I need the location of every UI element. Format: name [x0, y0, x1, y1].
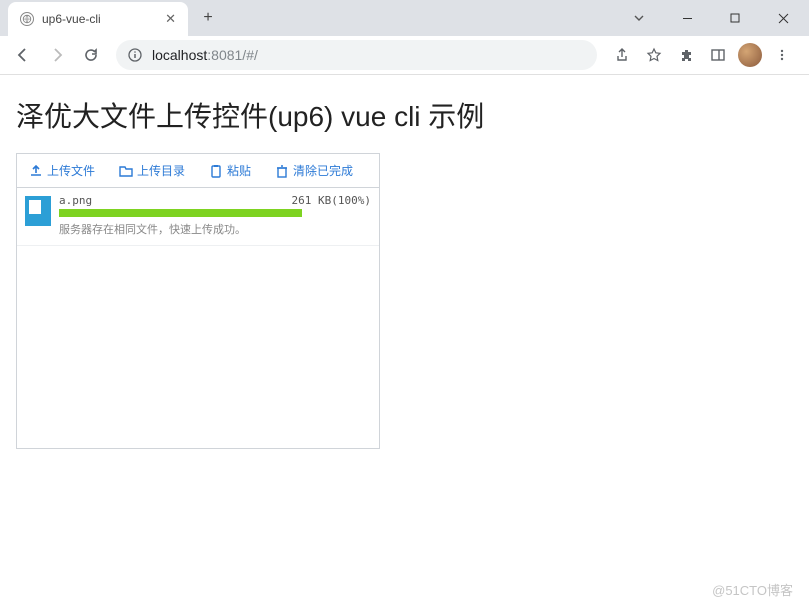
reload-button[interactable]: [76, 40, 106, 70]
file-status: 服务器存在相同文件，快速上传成功。: [59, 221, 371, 237]
upload-toolbar: 上传文件 上传目录 粘贴 清除已完成: [17, 154, 379, 188]
info-icon[interactable]: [128, 48, 142, 62]
clear-done-button[interactable]: 清除已完成: [275, 162, 353, 179]
address-bar[interactable]: localhost:8081/#/: [116, 40, 597, 70]
page-title: 泽优大文件上传控件(up6) vue cli 示例: [16, 95, 793, 135]
clipboard-icon: [209, 164, 223, 178]
browser-chrome: up6-vue-cli ✕ + localhost:8081/#/: [0, 0, 809, 75]
url-text: localhost:8081/#/: [152, 47, 258, 63]
star-icon[interactable]: [639, 40, 669, 70]
upload-file-label: 上传文件: [47, 162, 95, 179]
upload-icon: [29, 164, 43, 178]
upload-dir-button[interactable]: 上传目录: [119, 162, 185, 179]
file-info: a.png 261 KB(100%) 服务器存在相同文件，快速上传成功。: [59, 194, 371, 237]
watermark: @51CTO博客: [712, 580, 793, 599]
sidepanel-icon[interactable]: [703, 40, 733, 70]
tab-bar: up6-vue-cli ✕ +: [0, 0, 809, 36]
url-path: :8081/#/: [207, 47, 258, 63]
url-host: localhost: [152, 47, 207, 63]
page-content: 泽优大文件上传控件(up6) vue cli 示例 上传文件 上传目录 粘贴 清…: [0, 75, 809, 469]
upload-panel: 上传文件 上传目录 粘贴 清除已完成 a.png 261 K: [16, 153, 380, 449]
close-icon[interactable]: ✕: [165, 11, 176, 27]
profile-avatar[interactable]: [735, 40, 765, 70]
maximize-button[interactable]: [713, 3, 757, 33]
file-size: 261 KB(100%): [292, 194, 371, 207]
menu-icon[interactable]: [767, 40, 797, 70]
paste-label: 粘贴: [227, 162, 251, 179]
new-tab-button[interactable]: +: [194, 4, 222, 32]
paste-button[interactable]: 粘贴: [209, 162, 251, 179]
minimize-button[interactable]: [665, 3, 709, 33]
share-icon[interactable]: [607, 40, 637, 70]
upload-dir-label: 上传目录: [137, 162, 185, 179]
clear-icon: [275, 164, 289, 178]
tab-title: up6-vue-cli: [42, 12, 157, 26]
extensions-icon[interactable]: [671, 40, 701, 70]
forward-button[interactable]: [42, 40, 72, 70]
folder-icon: [119, 164, 133, 178]
upload-file-list[interactable]: a.png 261 KB(100%) 服务器存在相同文件，快速上传成功。: [17, 188, 379, 448]
upload-file-button[interactable]: 上传文件: [29, 162, 95, 179]
browser-toolbar: localhost:8081/#/: [0, 36, 809, 74]
window-controls: [617, 3, 809, 33]
progress-bar: [59, 209, 302, 217]
avatar: [738, 43, 762, 67]
file-name: a.png: [59, 194, 92, 207]
close-button[interactable]: [761, 3, 805, 33]
globe-icon: [20, 12, 34, 26]
browser-tab[interactable]: up6-vue-cli ✕: [8, 2, 188, 36]
file-icon: [25, 196, 51, 226]
clear-done-label: 清除已完成: [293, 162, 353, 179]
chevron-down-icon[interactable]: [617, 3, 661, 33]
toolbar-right: [607, 40, 801, 70]
file-item: a.png 261 KB(100%) 服务器存在相同文件，快速上传成功。: [17, 188, 379, 246]
back-button[interactable]: [8, 40, 38, 70]
